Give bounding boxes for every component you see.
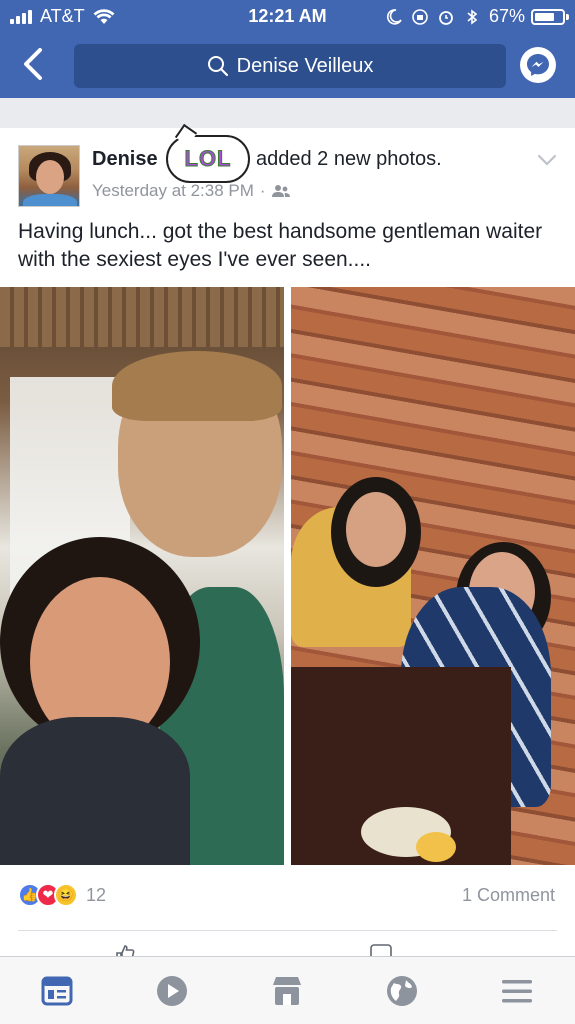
reactions-summary[interactable]: 👍 ❤ 😆 12 [18, 883, 106, 907]
bottom-tab-bar [0, 956, 575, 1024]
orientation-lock-icon [412, 8, 428, 25]
globe-icon [387, 976, 417, 1006]
friends-audience-icon[interactable] [271, 184, 290, 198]
man-hair [112, 351, 282, 421]
bluetooth-icon [467, 8, 478, 25]
post-options-chevron-icon[interactable] [536, 152, 558, 168]
search-bar[interactable]: Denise Veilleux [74, 44, 506, 88]
tab-menu[interactable] [499, 973, 535, 1009]
author-avatar[interactable] [18, 145, 80, 207]
back-chevron-icon[interactable] [18, 46, 50, 82]
feed-divider [0, 98, 575, 128]
meta-separator: · [259, 181, 266, 200]
post-meta: Yesterday at 2:38 PM · [92, 181, 290, 201]
search-text: Denise Veilleux [236, 54, 374, 77]
menu-icon [502, 980, 532, 1003]
moon-icon [386, 8, 402, 25]
lol-sticker-text: LOL [184, 146, 232, 172]
ceiling-slats [0, 287, 284, 347]
post-body-text: Having lunch... got the best handsome ge… [18, 220, 543, 271]
left-woman-face [346, 492, 406, 567]
news-feed-icon [41, 976, 73, 1006]
post-actions-row [0, 940, 575, 956]
alarm-icon [439, 10, 453, 25]
status-right: 67% [377, 6, 569, 27]
marketplace-icon [273, 977, 301, 1005]
woman-shirt [0, 717, 190, 865]
haha-reaction-icon: 😆 [54, 883, 78, 907]
comment-action-icon[interactable] [370, 944, 392, 956]
search-icon [207, 56, 228, 77]
messenger-button[interactable] [520, 47, 556, 83]
comment-count-link[interactable]: 1 Comment [462, 885, 555, 906]
tab-video[interactable] [154, 973, 190, 1009]
battery-icon [531, 8, 569, 25]
tab-marketplace[interactable] [269, 973, 305, 1009]
food-item [416, 832, 456, 862]
battery-percent: 67% [488, 6, 525, 26]
status-bar: AT&T 12:21 AM 67% [0, 0, 575, 34]
messenger-icon [527, 54, 549, 76]
actions-divider [18, 930, 557, 931]
post-photo-1[interactable] [0, 287, 284, 865]
post-timestamp[interactable]: Yesterday at 2:38 PM [92, 181, 254, 201]
tab-news-feed[interactable] [39, 973, 75, 1009]
reaction-count: 12 [86, 884, 107, 905]
post-author[interactable]: Denise [92, 148, 158, 170]
post-photo-2[interactable] [291, 287, 575, 865]
video-icon [157, 976, 187, 1006]
top-header: AT&T 12:21 AM 67% Denise Veilleux [0, 0, 575, 98]
post-author-line: Denise [92, 148, 158, 171]
tab-notifications-globe[interactable] [384, 973, 420, 1009]
post-action-text: added 2 new photos. [256, 148, 442, 170]
like-action-icon[interactable] [115, 944, 135, 956]
lol-sticker: LOL [166, 135, 250, 183]
